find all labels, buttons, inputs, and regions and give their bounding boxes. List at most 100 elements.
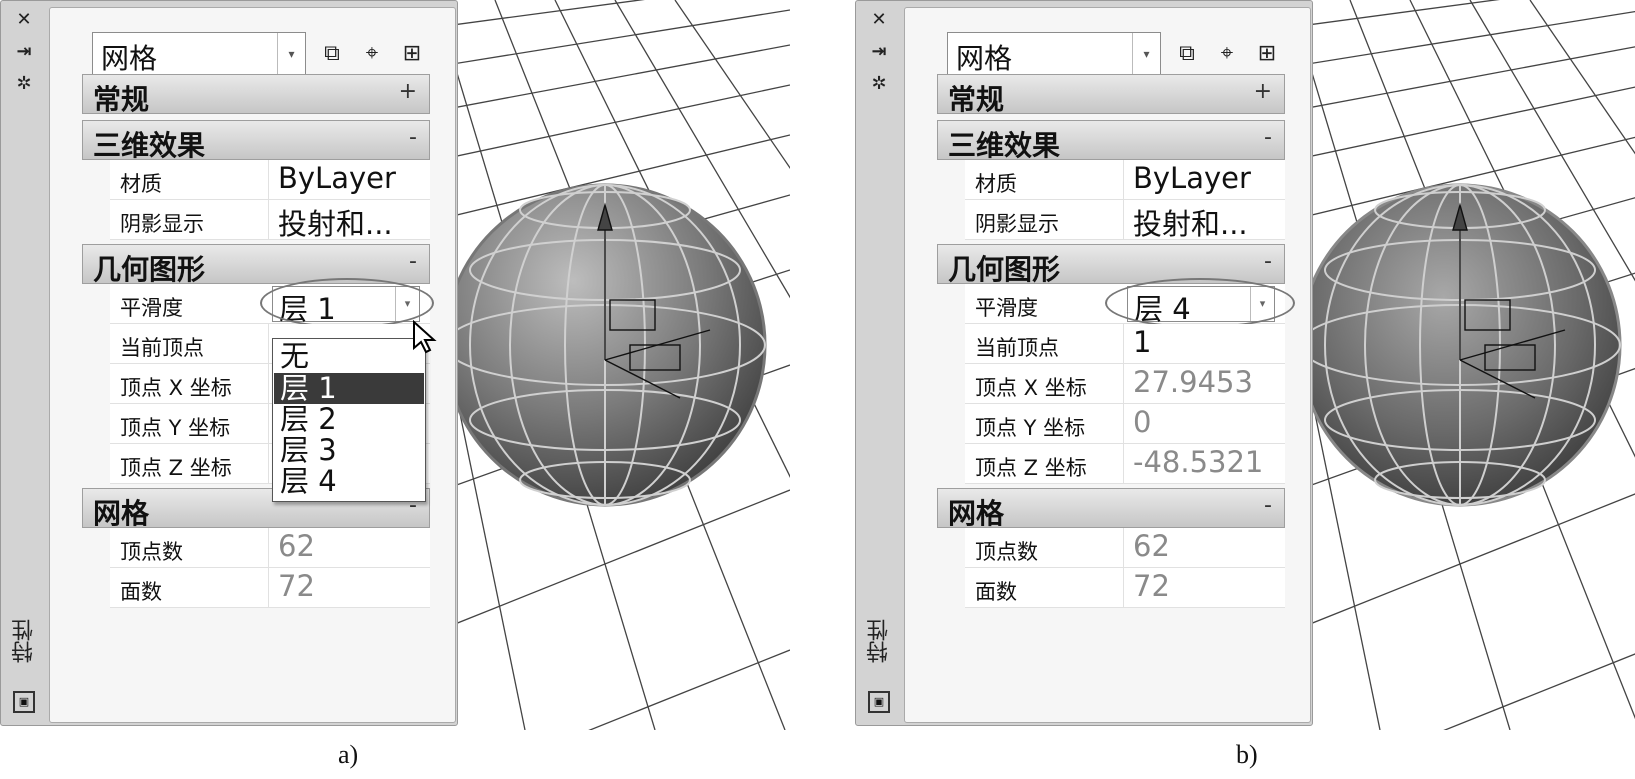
row-vertex-x[interactable]: 顶点 X 坐标 27.9453 [965, 364, 1285, 404]
section-mesh[interactable]: 网格 - [937, 488, 1285, 530]
row-label: 顶点数 [975, 540, 1038, 564]
properties-panel-a: 网格 ▾ ⧉ ⌖ ⊞ 常规 + 三维效果 - 材质 ByLayer 阴影显示 投… [49, 7, 456, 723]
section-title: 网格 [948, 497, 1005, 530]
section-geometry[interactable]: 几何图形 - [937, 244, 1285, 286]
select-objects-icon[interactable]: ⌖ [1213, 40, 1241, 68]
toggle-pickadd-icon[interactable]: ⊞ [1253, 40, 1281, 68]
palette-title-bar-b: ✕ ⇥ ✲ 特性 ▣ [856, 1, 902, 727]
close-icon[interactable]: ✕ [13, 9, 35, 31]
expand-icon[interactable]: + [1254, 79, 1272, 104]
toggle-pickadd-icon[interactable]: ⊞ [398, 40, 426, 68]
row-value: 72 [278, 569, 315, 603]
viewport-b[interactable] [1310, 0, 1635, 730]
mouse-cursor-icon [413, 320, 437, 354]
row-shadow-display[interactable]: 阴影显示 投射和... [965, 200, 1285, 243]
row-label: 阴影显示 [120, 212, 204, 236]
smoothness-dropdown-list: 无 层 1 层 2 层 3 层 4 [272, 338, 426, 502]
row-value[interactable]: -48.5321 [1133, 445, 1263, 479]
palette-corner-icon: ▣ [868, 691, 890, 713]
collapse-icon[interactable]: - [1264, 249, 1272, 274]
highlight-ellipse [1105, 278, 1295, 328]
object-type-value: 网格 [956, 42, 1013, 75]
row-smoothness[interactable]: 平滑度 层 1 ▾ [110, 278, 434, 328]
row-shadow-display[interactable]: 阴影显示 投射和... [110, 200, 430, 243]
viewport-scene-b [1310, 0, 1635, 730]
row-value: 62 [278, 529, 315, 563]
row-label: 顶点 X 坐标 [975, 376, 1087, 400]
viewport-scene-a [455, 0, 790, 730]
section-title: 常规 [93, 83, 150, 116]
section-title: 几何图形 [93, 253, 206, 286]
properties-palette-a: ✕ ⇥ ✲ 特性 ▣ 网格 ▾ ⧉ ⌖ ⊞ 常规 + 三维效果 - 材质 ByL… [0, 0, 458, 726]
mesh-sphere-a [455, 183, 767, 507]
row-label: 阴影显示 [975, 212, 1059, 236]
figure-b: ✕ ⇥ ✲ 特性 ▣ 网格 ▾ ⧉ ⌖ ⊞ 常规 + 三维效果 - 材质 ByL… [855, 0, 1635, 730]
row-label: 平滑度 [120, 296, 183, 320]
dropdown-option-selected[interactable]: 层 1 [274, 373, 424, 404]
dropdown-option[interactable]: 无 [274, 341, 424, 372]
section-3d-effects[interactable]: 三维效果 - [937, 120, 1285, 162]
row-label: 当前顶点 [120, 336, 204, 360]
caption-a: a) [338, 740, 359, 769]
row-value[interactable]: ByLayer [1133, 161, 1251, 195]
row-material[interactable]: 材质 ByLayer [110, 160, 430, 200]
viewport-a[interactable] [455, 0, 790, 730]
row-value[interactable]: 投射和... [1133, 201, 1248, 243]
row-vertex-z[interactable]: 顶点 Z 坐标 -48.5321 [965, 444, 1285, 484]
section-title: 几何图形 [948, 253, 1061, 286]
row-label: 材质 [120, 172, 162, 196]
row-label: 顶点 Y 坐标 [120, 416, 231, 440]
row-value[interactable]: 27.9453 [1133, 365, 1253, 399]
row-label: 顶点 Z 坐标 [975, 456, 1087, 480]
row-value[interactable]: 0 [1133, 405, 1151, 439]
palette-corner-icon: ▣ [13, 691, 35, 713]
row-label: 顶点数 [120, 540, 183, 564]
chevron-down-icon[interactable]: ▾ [277, 33, 305, 75]
chevron-down-icon[interactable]: ▾ [1132, 33, 1160, 75]
palette-title-bar-a: ✕ ⇥ ✲ 特性 ▣ [1, 1, 47, 727]
dropdown-option[interactable]: 层 4 [274, 466, 424, 497]
row-value[interactable]: ByLayer [278, 161, 396, 195]
dropdown-option[interactable]: 层 2 [274, 404, 424, 435]
section-general[interactable]: 常规 + [82, 74, 430, 116]
expand-icon[interactable]: + [399, 79, 417, 104]
close-icon[interactable]: ✕ [868, 9, 890, 31]
row-value[interactable]: 投射和... [278, 201, 393, 243]
properties-toolbar-b: 网格 ▾ ⧉ ⌖ ⊞ [947, 32, 1317, 76]
row-label: 面数 [975, 580, 1017, 604]
properties-panel-b: 网格 ▾ ⧉ ⌖ ⊞ 常规 + 三维效果 - 材质 ByLayer 阴影显示 投… [904, 7, 1311, 723]
section-geometry[interactable]: 几何图形 - [82, 244, 430, 286]
dropdown-option[interactable]: 层 3 [274, 435, 424, 466]
row-value: 72 [1133, 569, 1170, 603]
object-type-select[interactable]: 网格 ▾ [92, 32, 306, 76]
figure-a: ✕ ⇥ ✲ 特性 ▣ 网格 ▾ ⧉ ⌖ ⊞ 常规 + 三维效果 - 材质 ByL… [0, 0, 790, 730]
select-objects-icon[interactable]: ⌖ [358, 40, 386, 68]
row-label: 顶点 Z 坐标 [120, 456, 232, 480]
row-value[interactable]: 1 [1133, 325, 1151, 359]
collapse-icon[interactable]: - [409, 125, 417, 150]
autohide-icon[interactable]: ⇥ [13, 41, 35, 63]
row-vertex-count: 顶点数 62 [965, 528, 1285, 568]
properties-palette-b: ✕ ⇥ ✲ 特性 ▣ 网格 ▾ ⧉ ⌖ ⊞ 常规 + 三维效果 - 材质 ByL… [855, 0, 1313, 726]
row-material[interactable]: 材质 ByLayer [965, 160, 1285, 200]
object-type-select[interactable]: 网格 ▾ [947, 32, 1161, 76]
autohide-icon[interactable]: ⇥ [868, 41, 890, 63]
row-label: 当前顶点 [975, 336, 1059, 360]
collapse-icon[interactable]: - [1264, 125, 1272, 150]
row-label: 顶点 Y 坐标 [975, 416, 1086, 440]
quick-select-icon[interactable]: ⧉ [318, 40, 346, 68]
row-vertex-y[interactable]: 顶点 Y 坐标 0 [965, 404, 1285, 444]
row-smoothness[interactable]: 平滑度 层 4 ▾ [965, 278, 1295, 328]
collapse-icon[interactable]: - [409, 249, 417, 274]
section-general[interactable]: 常规 + [937, 74, 1285, 116]
settings-icon[interactable]: ✲ [868, 73, 890, 95]
section-title: 三维效果 [93, 129, 206, 162]
settings-icon[interactable]: ✲ [13, 73, 35, 95]
row-current-vertex[interactable]: 当前顶点 1 [965, 324, 1285, 364]
quick-select-icon[interactable]: ⧉ [1173, 40, 1201, 68]
section-title: 网格 [93, 497, 150, 530]
collapse-icon[interactable]: - [1264, 493, 1272, 518]
section-title: 常规 [948, 83, 1005, 116]
section-3d-effects[interactable]: 三维效果 - [82, 120, 430, 162]
row-label: 顶点 X 坐标 [120, 376, 232, 400]
